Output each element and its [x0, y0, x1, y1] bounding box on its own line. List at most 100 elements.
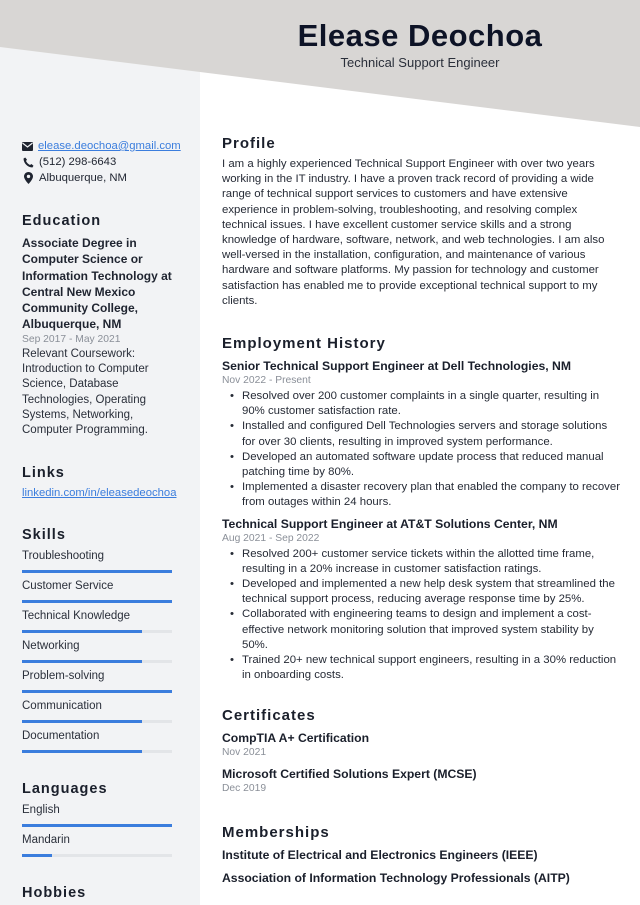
skill-label: Technical Knowledge	[22, 609, 131, 622]
languages-list: English Mandarin	[22, 802, 178, 857]
linkedin-link[interactable]: linkedin.com/in/eleasedeochoa	[22, 485, 178, 501]
skill-item: Technical Knowledge	[22, 608, 178, 633]
skills-heading: Skills	[22, 526, 66, 543]
level-bar-fill	[22, 823, 172, 827]
level-bar-fill	[22, 853, 52, 857]
education-dates: Sep 2017 - May 2021	[22, 333, 121, 345]
job-bullets: Resolved over 200 customer complaints in…	[228, 389, 622, 511]
job-bullet: Resolved over 200 customer complaints in…	[228, 389, 622, 419]
level-bar	[22, 853, 172, 857]
certificates-list: CompTIA A+ Certification Nov 2021 Microsof…	[222, 730, 622, 796]
profile-section: Profile I am a highly experienced Techni…	[222, 134, 622, 309]
job-bullet: Developed and implemented a new help des…	[228, 577, 622, 607]
main-content: Profile I am a highly experienced Techni…	[222, 134, 622, 886]
job-bullet: Trained 20+ new technical support engine…	[228, 653, 622, 683]
skill-item: Troubleshooting	[22, 548, 178, 573]
jobs-list: Senior Technical Support Engineer at Del…	[222, 358, 622, 683]
level-bar-fill	[22, 629, 142, 633]
level-bar	[22, 659, 172, 663]
job-title: Senior Technical Support Engineer at Del…	[222, 359, 571, 374]
skills-section: Skills Troubleshooting Customer Service Te…	[22, 527, 178, 753]
certificate-item: CompTIA A+ Certification Nov 2021	[222, 730, 622, 760]
employment-section: Employment History Senior Technical Supp…	[222, 334, 622, 683]
certificates-heading: Certificates	[222, 707, 316, 725]
skill-label: Communication	[22, 699, 102, 712]
education-coursework: Relevant Coursework: Introduction to Com…	[22, 347, 149, 437]
location-text: Albuquerque, NM	[39, 172, 127, 184]
level-bar	[22, 719, 172, 723]
membership-item: Institute of Electrical and Electronics …	[222, 848, 538, 863]
job-bullet: Developed an automated software update p…	[228, 450, 622, 480]
level-bar-fill	[22, 749, 142, 753]
email-link[interactable]: elease.deochoa@gmail.com	[38, 138, 181, 154]
education-degree: Associate Degree in Computer Science or …	[22, 236, 172, 332]
language-item: English	[22, 802, 178, 827]
level-bar-fill	[22, 599, 172, 603]
contact-location: Albuquerque, NM	[22, 170, 178, 186]
job-bullet: Collaborated with engineering teams to d…	[228, 607, 622, 653]
header: Elease Deochoa Technical Support Enginee…	[200, 16, 640, 70]
envelope-icon	[22, 140, 33, 152]
employment-heading: Employment History	[222, 335, 386, 353]
language-item: Mandarin	[22, 832, 178, 857]
languages-heading: Languages	[22, 780, 108, 797]
skill-item: Customer Service	[22, 578, 178, 603]
job-dates: Aug 2021 - Sep 2022	[222, 532, 320, 544]
level-bar-fill	[22, 569, 172, 573]
level-bar-fill	[22, 719, 142, 723]
level-bar	[22, 823, 172, 827]
skill-item: Networking	[22, 638, 178, 663]
profile-text: I am a highly experienced Technical Supp…	[222, 158, 605, 307]
memberships-list: Institute of Electrical and Electronics …	[222, 847, 622, 886]
skill-label: Customer Service	[22, 579, 114, 592]
hobbies-section: Hobbies	[22, 885, 178, 901]
education-heading: Education	[22, 213, 102, 229]
job-entry: Technical Support Engineer at AT&T Solut…	[222, 516, 622, 684]
certificate-name: CompTIA A+ Certification	[222, 731, 370, 746]
skill-label: Networking	[22, 639, 80, 652]
job-bullet: Implemented a disaster recovery plan tha…	[228, 480, 622, 510]
candidate-name: Elease Deochoa	[297, 18, 543, 53]
language-label: Mandarin	[22, 833, 70, 846]
phone-text: (512) 298-6643	[39, 156, 117, 168]
skills-list: Troubleshooting Customer Service Technical…	[22, 548, 178, 753]
sidebar: elease.deochoa@gmail.com (512) 298-6643 …	[22, 138, 181, 901]
skill-item: Problem-solving	[22, 668, 178, 693]
profile-heading: Profile	[222, 135, 276, 152]
education-section: Education Associate Degree in Computer S…	[22, 213, 178, 439]
certificates-section: Certificates CompTIA A+ Certification Nov…	[222, 706, 622, 796]
level-bar	[22, 599, 172, 603]
certificate-date: Nov 2021	[222, 747, 267, 759]
skill-item: Communication	[22, 698, 178, 723]
level-bar-fill	[22, 689, 172, 693]
skill-label: Troubleshooting	[22, 549, 105, 562]
level-bar	[22, 629, 172, 633]
job-entry: Senior Technical Support Engineer at Del…	[222, 358, 622, 511]
level-bar-fill	[22, 659, 142, 663]
contact-phone: (512) 298-6643	[22, 154, 178, 170]
links-heading: Links	[22, 464, 65, 481]
certificate-item: Microsoft Certified Solutions Expert (MC…	[222, 766, 622, 796]
level-bar	[22, 749, 172, 753]
hobbies-heading: Hobbies	[22, 884, 87, 901]
links-section: Links linkedin.com/in/eleasedeochoa	[22, 465, 178, 501]
languages-section: Languages English Mandarin	[22, 781, 178, 857]
job-dates: Nov 2022 - Present	[222, 375, 311, 387]
job-bullets: Resolved 200+ customer service tickets w…	[228, 547, 622, 684]
level-bar	[22, 689, 172, 693]
certificate-name: Microsoft Certified Solutions Expert (MC…	[222, 767, 477, 782]
level-bar	[22, 569, 172, 573]
skill-item: Documentation	[22, 728, 178, 753]
job-title: Technical Support Engineer at AT&T Solut…	[222, 516, 558, 531]
certificate-date: Dec 2019	[222, 783, 267, 795]
job-bullet: Installed and configured Dell Technologi…	[228, 419, 622, 449]
contact-block: elease.deochoa@gmail.com (512) 298-6643 …	[22, 138, 181, 186]
memberships-heading: Memberships	[222, 824, 330, 842]
membership-item: Association of Information Technology Pr…	[222, 871, 570, 886]
map-pin-icon	[22, 172, 34, 184]
skill-label: Problem-solving	[22, 669, 105, 682]
language-label: English	[22, 803, 60, 816]
phone-icon	[22, 156, 34, 168]
memberships-section: Memberships Institute of Electrical and …	[222, 823, 622, 886]
skill-label: Documentation	[22, 729, 100, 742]
